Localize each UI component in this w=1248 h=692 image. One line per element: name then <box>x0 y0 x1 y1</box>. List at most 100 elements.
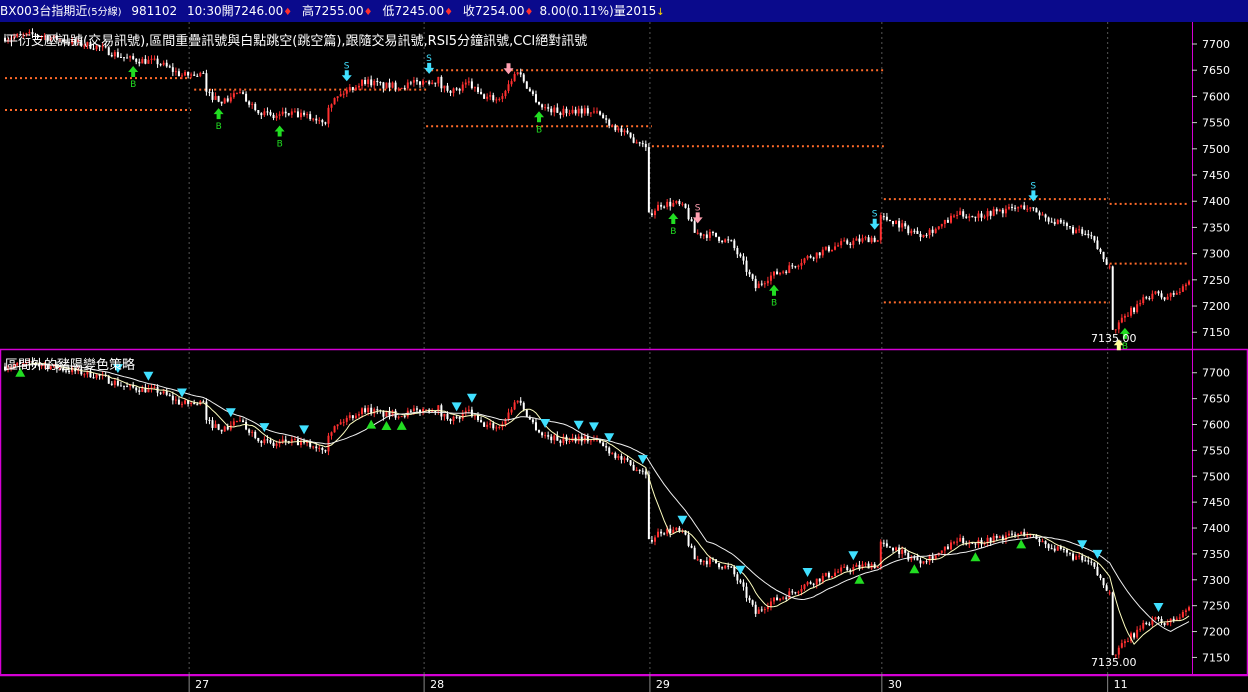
y-tick-label: 7300 <box>1202 574 1230 587</box>
candle-body <box>559 440 562 443</box>
candle-body <box>550 108 553 113</box>
candle-body <box>538 101 541 105</box>
candle-body <box>196 404 199 406</box>
candle-body <box>885 543 888 547</box>
x-tick-label: 11 <box>1114 678 1128 691</box>
candle-body <box>791 591 794 593</box>
candle-body <box>803 584 806 589</box>
candle-body <box>785 271 788 273</box>
candle-body <box>904 223 907 227</box>
candle-body <box>159 392 162 394</box>
candle-body <box>211 420 214 428</box>
candle-body <box>220 101 223 104</box>
y-tick-label: 7200 <box>1202 626 1230 639</box>
candle-body <box>882 216 885 218</box>
candle-body <box>1139 303 1142 305</box>
candle-body <box>574 109 577 114</box>
close-value: 7254.00 <box>474 4 525 18</box>
y-tick-label: 7650 <box>1202 64 1230 77</box>
candle-body <box>446 413 449 419</box>
candle-body <box>1026 208 1029 210</box>
triangle-down-icon <box>225 408 236 418</box>
candle-body <box>376 80 379 83</box>
candle-body <box>739 580 742 583</box>
candle-body <box>171 67 174 72</box>
triangle-down-icon <box>848 551 859 561</box>
candle-body <box>580 436 583 442</box>
candle-body <box>394 82 397 90</box>
candle-body <box>699 559 702 563</box>
candle-body <box>626 458 629 461</box>
candle-body <box>245 421 248 430</box>
candle-body <box>672 202 675 207</box>
candle-body <box>1178 617 1181 619</box>
candle-body <box>476 87 479 92</box>
candle-body <box>135 58 138 62</box>
candle-body <box>721 240 724 243</box>
candle-body <box>1114 329 1117 331</box>
candle-body <box>769 601 772 607</box>
candle-body <box>272 442 275 446</box>
candle-body <box>776 597 779 601</box>
candle-body <box>837 245 840 247</box>
candle-body <box>919 560 922 564</box>
candle-body <box>1053 222 1056 225</box>
candle-body <box>293 439 296 441</box>
candle-body <box>226 426 229 430</box>
candle-body <box>815 252 818 259</box>
candle-body <box>1047 217 1050 222</box>
candle-body <box>214 96 217 100</box>
candle-body <box>1044 214 1047 218</box>
candle-body <box>898 547 901 554</box>
candle-body <box>129 56 132 58</box>
up-arrow-icon: ♦ <box>524 7 534 18</box>
candle-body <box>312 446 315 448</box>
candle-body <box>617 128 620 131</box>
candle-body <box>174 399 177 401</box>
candle-body <box>580 108 583 114</box>
y-tick-label: 7600 <box>1202 90 1230 103</box>
candle-body <box>1075 229 1078 234</box>
high-label: 高 <box>302 4 315 18</box>
candle-body <box>742 582 745 587</box>
candle-body <box>184 400 187 404</box>
candle-body <box>1133 307 1136 313</box>
candle-body <box>541 432 544 436</box>
candle-body <box>791 265 794 267</box>
candle-body <box>473 415 476 417</box>
candle-body <box>480 91 483 95</box>
candle-body <box>364 79 367 84</box>
candle-body <box>214 424 217 428</box>
candle-body <box>165 391 168 395</box>
candle-body <box>452 88 455 93</box>
candle-body <box>1154 617 1157 620</box>
candle-body <box>345 417 348 422</box>
candle-body <box>275 443 278 446</box>
candle-body <box>248 101 251 105</box>
candle-body <box>507 84 510 91</box>
candle-body <box>123 385 126 387</box>
chart-canvas[interactable]: 27 28 29 30 11 7700 7650 7600 7550 7500 7450 7400 73… <box>0 22 1248 692</box>
bottom-min-label: 7135.00 <box>1091 656 1137 669</box>
candle-body <box>126 57 129 59</box>
candle-body <box>724 239 727 243</box>
candle-body <box>156 58 159 65</box>
candle-body <box>553 107 556 113</box>
candle-body <box>202 401 205 403</box>
triangle-down-icon <box>540 419 551 429</box>
candle-body <box>1081 229 1084 234</box>
candle-body <box>531 91 534 95</box>
candle-body <box>873 237 876 242</box>
candle-body <box>705 560 708 565</box>
candle-body <box>391 82 394 88</box>
candle-body <box>144 58 147 64</box>
candle-body <box>745 260 748 272</box>
candle-body <box>263 111 266 116</box>
bottom-panel-title: 區間外的豬陽變色策略 <box>5 358 136 373</box>
candle-body <box>650 540 653 542</box>
candle-body <box>361 79 364 86</box>
candle-body <box>119 385 122 387</box>
candle-body <box>965 216 968 218</box>
candle-body <box>824 246 827 250</box>
candle-body <box>211 92 214 100</box>
